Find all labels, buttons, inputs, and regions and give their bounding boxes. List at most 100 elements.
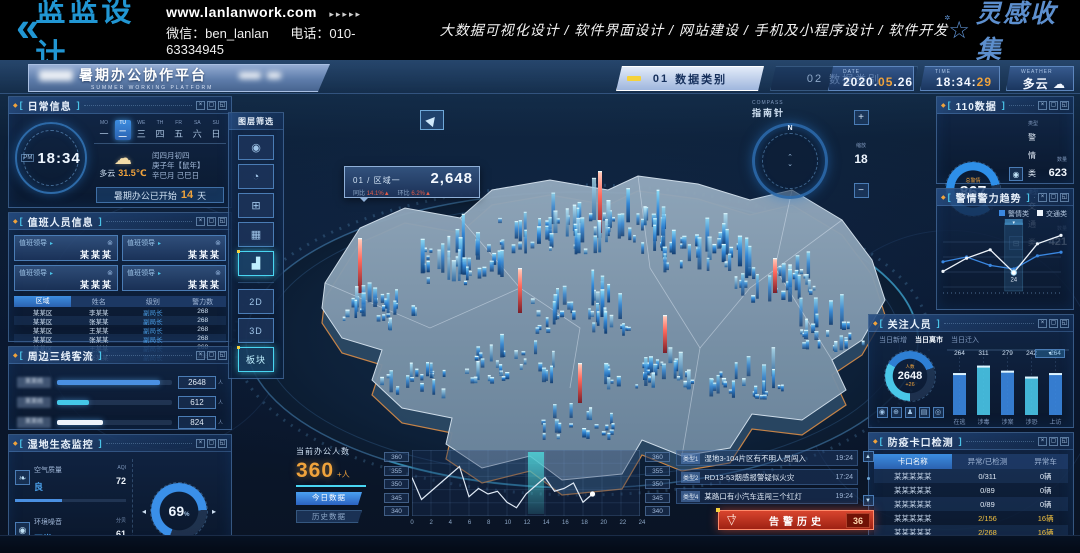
table-cell: 0/89 bbox=[952, 486, 1024, 495]
popout-icon[interactable]: ▢ bbox=[207, 101, 216, 110]
building-icon[interactable]: ▦ bbox=[238, 222, 274, 247]
analog-clock: PM18:34 bbox=[15, 122, 87, 194]
table-cell: 2/156 bbox=[952, 514, 1024, 523]
alert-item[interactable]: 类型4某路口有小汽车连闯三个红灯19:24 bbox=[676, 488, 858, 504]
mode-板块[interactable]: 板块 bbox=[238, 347, 274, 372]
table-cell: 0辆 bbox=[1023, 499, 1068, 510]
zoom-in-button[interactable]: + bbox=[854, 110, 869, 125]
popout-icon[interactable]: ▢ bbox=[1049, 193, 1058, 202]
close-icon[interactable]: × bbox=[196, 217, 205, 226]
popout-icon[interactable]: ▢ bbox=[207, 439, 216, 448]
focus-tab[interactable]: 当日离市 bbox=[915, 335, 943, 345]
legend-item: 警情类 bbox=[999, 209, 1029, 219]
panel-daily-info: ◆[日常信息] ×▢◱ PM18:34 MO一TU二WE三TH四FR五SA六SU… bbox=[8, 96, 232, 208]
gauge-left-arrow[interactable]: ◂ bbox=[142, 507, 146, 516]
panel-checkpoint: ◆[防疫卡口检测] ×▢◱ 卡口名称异常/已检测异常车某某某某某0/3110辆某… bbox=[868, 432, 1074, 546]
censored-block bbox=[239, 72, 261, 79]
svg-text:上访: 上访 bbox=[1049, 418, 1061, 426]
grid-icon[interactable]: ⊞ bbox=[238, 193, 274, 218]
compass-dial[interactable]: N ⌃⌄ bbox=[752, 123, 828, 199]
panel-110-data: ◆[110数据] ×▢◱ 总警情867 ◉ 类型警情类 数量623⊟ 类型交通类… bbox=[936, 96, 1074, 184]
target-icon[interactable]: ⊕ bbox=[891, 407, 902, 418]
building-icon[interactable]: ▤ bbox=[919, 407, 930, 418]
alert-item[interactable]: 类型2RD13-53烟感报警疑似火灾17:24 bbox=[676, 469, 858, 485]
duty-leader-card[interactable]: 值班领导▸⊗某某某 bbox=[14, 235, 118, 261]
office-trend-chart: 360355350345340 024681012141618202224 36… bbox=[384, 450, 670, 536]
compass-widget[interactable]: COMPASS 指南针 N ⌃⌄ bbox=[752, 100, 848, 216]
fullscreen-icon[interactable]: ◱ bbox=[1060, 101, 1069, 110]
gauge-right-arrow[interactable]: ▸ bbox=[212, 507, 216, 516]
history-data-button[interactable]: 历史数据 bbox=[296, 510, 362, 523]
eco-metric: ❧ 空气质量良 AQI72 bbox=[15, 459, 126, 502]
popout-icon[interactable]: ▢ bbox=[1049, 101, 1058, 110]
weather-now: ☁ 多云31.5℃ bbox=[94, 149, 152, 181]
collect-link[interactable]: ☆✲ 灵感收集 bbox=[948, 0, 1060, 66]
popout-icon[interactable]: ▢ bbox=[1049, 319, 1058, 328]
trend-legend: 警情类交通类 bbox=[937, 206, 1073, 219]
close-icon[interactable]: × bbox=[1038, 319, 1047, 328]
popout-icon[interactable]: ▢ bbox=[1049, 437, 1058, 446]
duty-leader-card[interactable]: 值班领导▸⊗某某某 bbox=[122, 265, 226, 291]
svg-text:279: 279 bbox=[1002, 350, 1013, 357]
monitor-icon[interactable]: ◎ bbox=[933, 407, 944, 418]
weekday-row: MO一TU二WE三TH四FR五SA六SU日 bbox=[94, 120, 226, 144]
person-icon[interactable]: ♟ bbox=[905, 407, 916, 418]
alert-item[interactable]: 类型1湿地3-104片区有不明人员闯入19:24 bbox=[676, 450, 858, 466]
filter-dropdown[interactable]: ▾ bbox=[1035, 349, 1065, 358]
website-link[interactable]: www.lanlanwork.com ▸▸▸▸▸ bbox=[166, 4, 384, 20]
focus-tabs: 当日新增当日离市当日迁入 bbox=[869, 332, 1073, 345]
radar-icon[interactable]: ◔ bbox=[238, 164, 274, 189]
camera-icon[interactable]: ◉ bbox=[238, 135, 274, 160]
alert-scroll-controls: ▲ ▼ bbox=[862, 450, 874, 507]
flow-bars: 某某线2648人某某线612人某某线824人 bbox=[9, 364, 231, 432]
table-cell: 268 bbox=[179, 335, 226, 342]
mode-2d[interactable]: 2D bbox=[238, 289, 274, 314]
map-guide-marker[interactable] bbox=[420, 110, 444, 130]
duty-leader-card[interactable]: 值班领导▸⊗某某某 bbox=[14, 265, 118, 291]
fullscreen-icon[interactable]: ◱ bbox=[1060, 437, 1069, 446]
alert-panel: 类型1湿地3-104片区有不明人员闯入19:24 类型2RD13-53烟感报警疑似… bbox=[676, 450, 874, 530]
popout-icon[interactable]: ▢ bbox=[207, 217, 216, 226]
x-axis-label: 10 bbox=[504, 520, 511, 526]
alert-history-button[interactable]: ▽! 告警历史 36 bbox=[718, 510, 874, 530]
camera-icon[interactable]: ◉ bbox=[877, 407, 888, 418]
svg-text:311: 311 bbox=[978, 350, 989, 357]
column-header[interactable]: 卡口名称 bbox=[874, 454, 952, 469]
today-data-button[interactable]: 今日数据 bbox=[296, 492, 362, 505]
banner-contact: www.lanlanwork.com ▸▸▸▸▸ 微信：ben_lanlan 电… bbox=[166, 4, 384, 57]
weekday-cell: WE三 bbox=[133, 120, 149, 140]
scroll-down-icon[interactable]: ▼ bbox=[863, 495, 874, 506]
y-axis-label: 360 bbox=[384, 452, 409, 462]
popout-icon[interactable]: ▢ bbox=[207, 351, 216, 360]
close-icon[interactable]: × bbox=[196, 351, 205, 360]
zoom-out-button[interactable]: − bbox=[854, 183, 869, 198]
alert-rows: 类型1湿地3-104片区有不明人员闯入19:24 类型2RD13-53烟感报警疑似… bbox=[676, 450, 858, 507]
fullscreen-icon[interactable]: ◱ bbox=[1060, 319, 1069, 328]
close-icon[interactable]: × bbox=[196, 101, 205, 110]
divider bbox=[238, 282, 274, 283]
table-header-row: 卡口名称异常/已检测异常车 bbox=[874, 454, 1068, 469]
x-axis-label: 20 bbox=[600, 520, 607, 526]
fullscreen-icon[interactable]: ◱ bbox=[218, 351, 227, 360]
arrows-decoration: ▸▸▸▸▸ bbox=[329, 9, 362, 19]
mode-3d[interactable]: 3D bbox=[238, 318, 274, 343]
close-icon[interactable]: × bbox=[1038, 101, 1047, 110]
focus-tab[interactable]: 当日迁入 bbox=[951, 335, 979, 345]
column-header: 区域 bbox=[14, 296, 71, 307]
x-axis-label: 4 bbox=[449, 520, 452, 526]
sparkle-star-icon: ☆✲ bbox=[948, 16, 970, 45]
duty-leader-card[interactable]: 值班领导▸⊗某某某 bbox=[122, 235, 226, 261]
fullscreen-icon[interactable]: ◱ bbox=[218, 439, 227, 448]
fullscreen-icon[interactable]: ◱ bbox=[218, 217, 227, 226]
close-icon[interactable]: × bbox=[1038, 437, 1047, 446]
close-icon[interactable]: × bbox=[1038, 193, 1047, 202]
fullscreen-icon[interactable]: ◱ bbox=[218, 101, 227, 110]
weekday-cell: TH四 bbox=[152, 120, 168, 140]
fullscreen-icon[interactable]: ◱ bbox=[1060, 193, 1069, 202]
close-icon[interactable]: × bbox=[196, 439, 205, 448]
layer-tool-list: ◉ ◔ ⊞ ▦ ▟ 2D 3D 板块 bbox=[229, 130, 283, 378]
bar-chart-icon[interactable]: ▟ bbox=[238, 251, 274, 276]
scroll-up-icon[interactable]: ▲ bbox=[863, 451, 874, 462]
focus-tab[interactable]: 当日新增 bbox=[879, 335, 907, 345]
y-axis-label: 355 bbox=[384, 466, 409, 476]
